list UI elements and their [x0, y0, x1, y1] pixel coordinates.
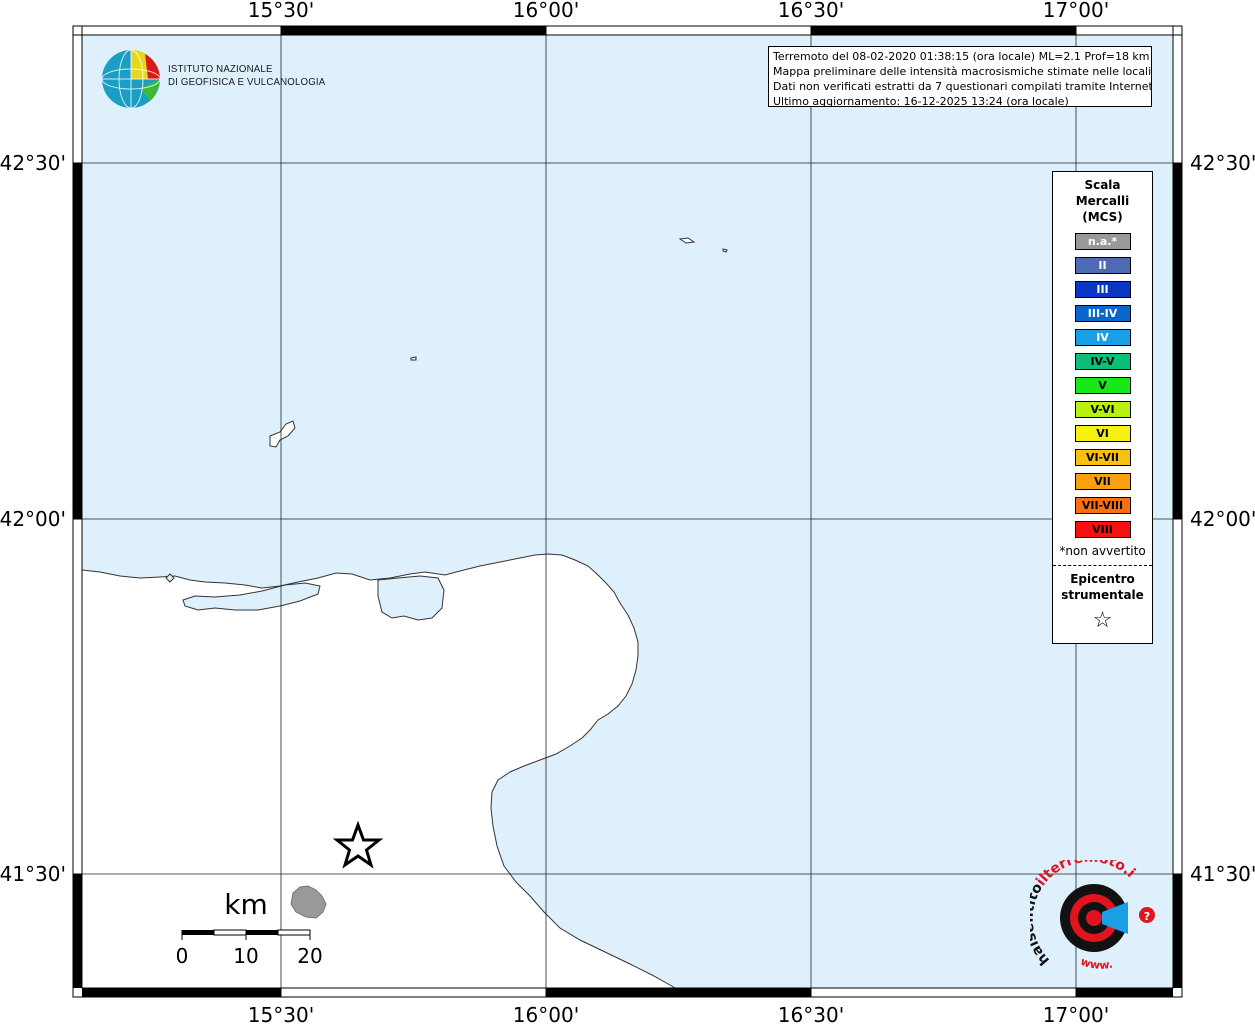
legend-title-line1: Scala	[1084, 178, 1121, 192]
scale-tick-10: 10	[233, 944, 258, 968]
legend-swatch-iii: III	[1074, 281, 1131, 298]
scale-tick-0: 0	[176, 944, 189, 968]
lagoon-varano	[377, 575, 445, 621]
lat-label-left-2: 42°00'	[0, 507, 66, 531]
hsit-question-icon: ?	[1144, 910, 1150, 923]
lat-label-left-1: 42°30'	[0, 151, 66, 175]
mcs-legend: Scala Mercalli (MCS) n.a.* II III III-IV IV I…	[1052, 171, 1153, 644]
legend-swatch-vii-viii: VII-VIII	[1074, 497, 1131, 514]
legend-star-icon: ☆	[1092, 608, 1113, 633]
legend-swatch-v: V	[1074, 377, 1131, 394]
event-info-line4: Ultimo aggiornamento: 16-12-2025 13:24 (…	[773, 95, 1069, 107]
event-info-line3: Dati non verificati estratti da 7 questi…	[773, 80, 1152, 93]
lon-label-top-2: 16°00'	[513, 0, 579, 22]
island-pianosa	[410, 356, 417, 361]
event-info-line1: Terremoto del 08-02-2020 01:38:15 (ora l…	[773, 50, 1150, 63]
legend-na-note: *non avvertito	[1059, 544, 1146, 558]
legend-swatch-viii: VIII	[1074, 521, 1131, 538]
lon-label-bottom-4: 17°00'	[1043, 1003, 1109, 1024]
island-pelagosa-small	[722, 248, 728, 253]
legend-swatch-ii: II	[1074, 257, 1131, 274]
lon-label-top-4: 17°00'	[1043, 0, 1109, 22]
legend-swatch-n-a-: n.a.*	[1074, 233, 1131, 250]
lon-label-bottom-3: 16°30'	[778, 1003, 844, 1024]
event-info-box: Terremoto del 08-02-2020 01:38:15 (ora l…	[768, 46, 1152, 107]
lon-label-top-1: 15°30'	[248, 0, 314, 22]
legend-epicenter-line1: Epicentro	[1070, 572, 1135, 586]
legend-swatch-v-vi: V-VI	[1074, 401, 1131, 418]
lat-label-left-3: 41°30'	[0, 862, 66, 886]
lat-label-right-2: 42°00'	[1190, 507, 1255, 531]
scale-unit: km	[224, 888, 268, 921]
legend-epicenter-line2: strumentale	[1061, 588, 1144, 602]
legend-title-line2: Mercalli	[1075, 194, 1130, 208]
legend-separator	[1053, 565, 1152, 566]
legend-swatch-vi-vii: VI-VII	[1074, 449, 1131, 466]
lat-label-right-3: 41°30'	[1190, 862, 1255, 886]
legend-swatches: n.a.* II III III-IV IV IV-V V V-VI VI VI-VII VII VI…	[1053, 233, 1152, 538]
legend-title: Scala Mercalli (MCS)	[1053, 177, 1152, 225]
legend-swatch-vii: VII	[1074, 473, 1131, 490]
legend-swatch-iv: IV	[1074, 329, 1131, 346]
ingv-name-line2: DI GEOFISICA E VULCANOLOGIA	[168, 76, 326, 88]
ingv-name-line1: ISTITUTO NAZIONALE	[168, 63, 273, 75]
lon-label-top-3: 16°30'	[778, 0, 844, 22]
scale-tick-20: 20	[297, 944, 322, 968]
hsit-www-text: www.	[1079, 955, 1114, 972]
legend-swatch-vi: VI	[1074, 425, 1131, 442]
lon-label-bottom-1: 15°30'	[248, 1003, 314, 1024]
event-info-line2: Mappa preliminare delle intensità macros…	[773, 65, 1152, 78]
hsit-logo[interactable]: ? haisentitoilterremoto.it www.	[1021, 848, 1160, 975]
lat-label-right-1: 42°30'	[1190, 151, 1255, 175]
hsit-logo-graphic: ? haisentitoilterremoto.it www.	[1021, 848, 1155, 972]
ingv-logo[interactable]: ISTITUTO NAZIONALE DI GEOFISICA E VULCAN…	[100, 48, 325, 110]
ingv-globe-icon	[101, 49, 161, 109]
legend-epicenter-title: Epicentro strumentale	[1053, 571, 1152, 603]
legend-swatch-iv-v: IV-V	[1074, 353, 1131, 370]
legend-swatch-iii-iv: III-IV	[1074, 305, 1131, 322]
lon-label-bottom-2: 16°00'	[513, 1003, 579, 1024]
legend-title-line3: (MCS)	[1082, 210, 1123, 224]
